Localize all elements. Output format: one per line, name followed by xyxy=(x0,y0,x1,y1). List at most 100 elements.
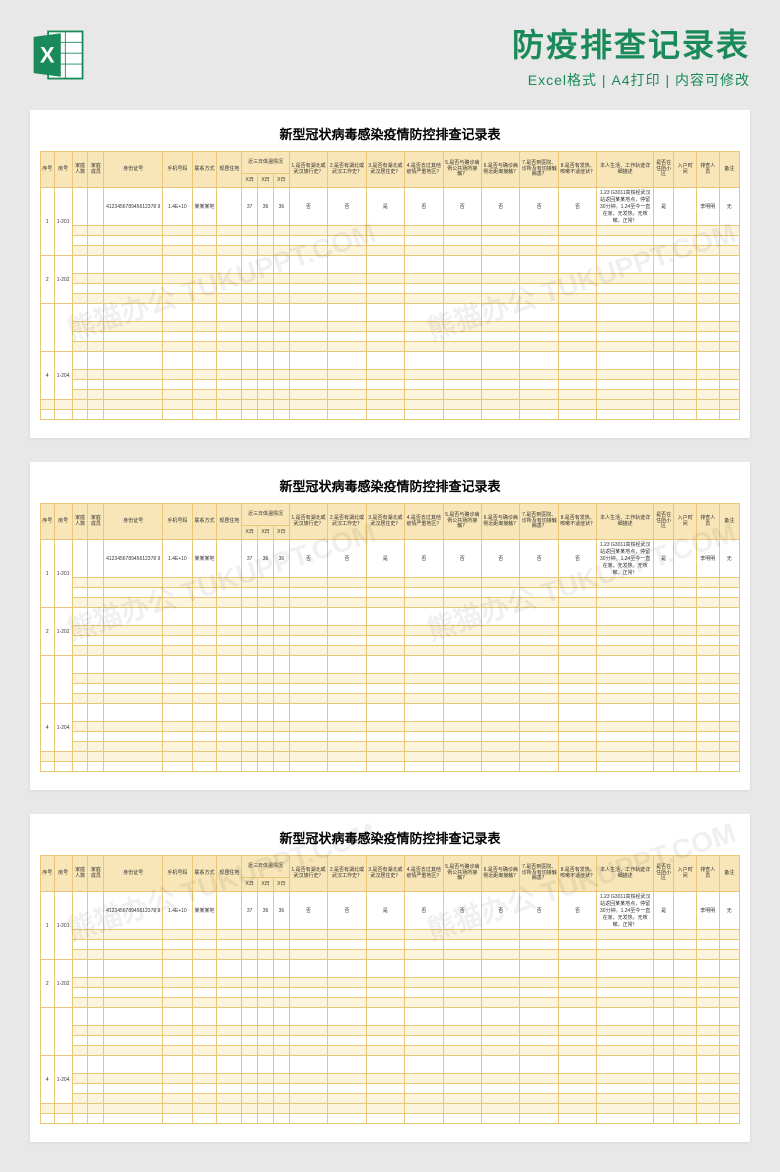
cell xyxy=(54,1114,72,1124)
cell xyxy=(597,1084,654,1094)
cell xyxy=(242,380,258,390)
cell xyxy=(366,588,404,598)
cell xyxy=(258,978,274,988)
cell xyxy=(328,322,366,332)
cell xyxy=(328,390,366,400)
cell xyxy=(653,1074,673,1084)
col-header: 是否在住所小区 xyxy=(653,856,673,892)
cell xyxy=(520,1114,558,1124)
cell xyxy=(289,322,327,332)
cell xyxy=(163,1036,192,1046)
cell xyxy=(328,960,366,978)
cell xyxy=(520,998,558,1008)
cell xyxy=(405,732,443,742)
cell xyxy=(328,722,366,732)
col-header: 4.是否去过其他 疫情严重地区？ xyxy=(405,856,443,892)
cell xyxy=(41,1114,55,1124)
cell xyxy=(88,370,104,380)
cell xyxy=(558,950,596,960)
cell xyxy=(72,1046,88,1056)
cell xyxy=(653,694,673,704)
cell xyxy=(163,998,192,1008)
cell xyxy=(558,1094,596,1104)
cell xyxy=(258,578,274,588)
cell xyxy=(72,704,88,722)
cell xyxy=(163,940,192,950)
cell xyxy=(520,1036,558,1046)
sheet-title: 新型冠状病毒感染疫情防控排查记录表 xyxy=(40,476,740,495)
cell xyxy=(443,732,481,742)
cell xyxy=(289,988,327,998)
cell xyxy=(72,636,88,646)
cell xyxy=(597,294,654,304)
cell xyxy=(72,732,88,742)
cell xyxy=(482,1094,520,1104)
cell: 37 xyxy=(242,188,258,226)
cell xyxy=(72,284,88,294)
cell xyxy=(597,940,654,950)
cell xyxy=(443,294,481,304)
cell xyxy=(328,588,366,598)
cell xyxy=(72,694,88,704)
cell xyxy=(482,998,520,1008)
cell xyxy=(104,742,163,752)
cell xyxy=(242,400,258,410)
cell xyxy=(289,1026,327,1036)
cell xyxy=(192,1114,217,1124)
cell xyxy=(273,988,289,998)
cell xyxy=(597,1094,654,1104)
cell xyxy=(443,694,481,704)
cell xyxy=(366,674,404,684)
cell xyxy=(163,930,192,940)
cell xyxy=(719,352,740,370)
cell xyxy=(104,626,163,636)
cell xyxy=(54,762,72,772)
cell xyxy=(88,332,104,342)
cell xyxy=(104,684,163,694)
cell xyxy=(366,246,404,256)
cell xyxy=(328,256,366,274)
col-header: 近三日体温情况 xyxy=(242,856,289,878)
cell-seq xyxy=(41,304,55,352)
col-header: 是否在住所小区 xyxy=(653,152,673,188)
cell xyxy=(719,684,740,694)
cell xyxy=(163,656,192,674)
cell xyxy=(443,752,481,762)
cell xyxy=(482,950,520,960)
cell xyxy=(674,608,697,626)
cell xyxy=(217,762,242,772)
cell xyxy=(328,352,366,370)
cell xyxy=(520,722,558,732)
cell xyxy=(696,1036,719,1046)
cell xyxy=(520,342,558,352)
cell xyxy=(289,578,327,588)
cell xyxy=(674,626,697,636)
cell xyxy=(597,694,654,704)
cell xyxy=(597,410,654,420)
cell xyxy=(653,930,673,940)
cell xyxy=(217,274,242,284)
cell xyxy=(719,960,740,978)
cell: 37 xyxy=(242,892,258,930)
cell xyxy=(242,1084,258,1094)
cell xyxy=(217,732,242,742)
cell xyxy=(88,390,104,400)
cell xyxy=(597,732,654,742)
cell xyxy=(289,608,327,626)
cell xyxy=(653,332,673,342)
cell xyxy=(696,940,719,950)
cell: 36 xyxy=(258,892,274,930)
cell xyxy=(653,626,673,636)
cell xyxy=(558,626,596,636)
cell xyxy=(558,226,596,236)
cell xyxy=(520,598,558,608)
cell xyxy=(653,656,673,674)
cell xyxy=(242,694,258,704)
cell xyxy=(88,322,104,332)
cell xyxy=(366,598,404,608)
cell xyxy=(443,1036,481,1046)
cell xyxy=(366,294,404,304)
cell xyxy=(597,400,654,410)
cell xyxy=(88,704,104,722)
cell xyxy=(192,742,217,752)
